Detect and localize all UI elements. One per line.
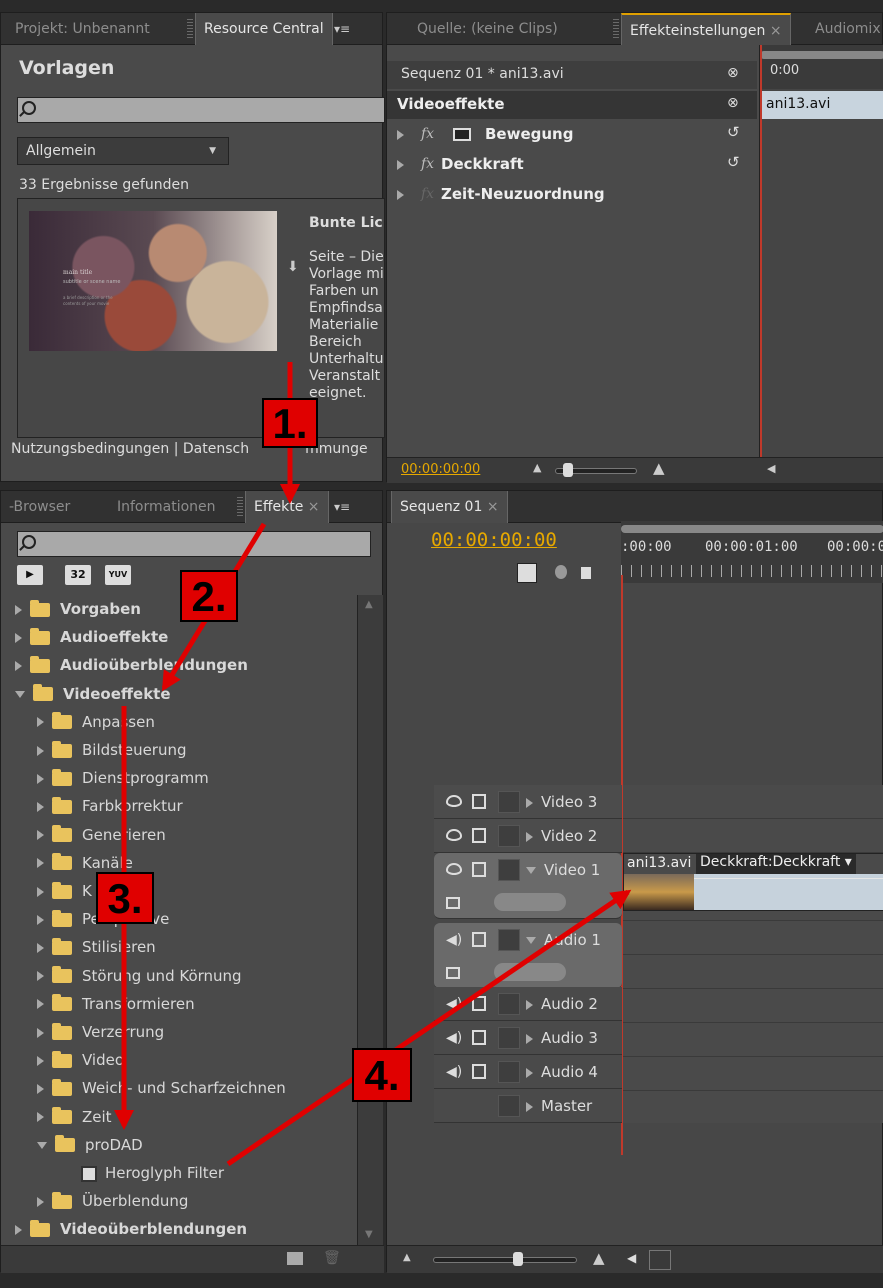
callout-2: 2.: [180, 570, 238, 622]
callout-3: 3.: [96, 872, 154, 924]
callout-1: 1.: [262, 398, 318, 448]
arrow-4: [226, 889, 632, 1167]
annotation-arrows: [114, 362, 632, 1167]
callout-4: 4.: [352, 1048, 412, 1102]
